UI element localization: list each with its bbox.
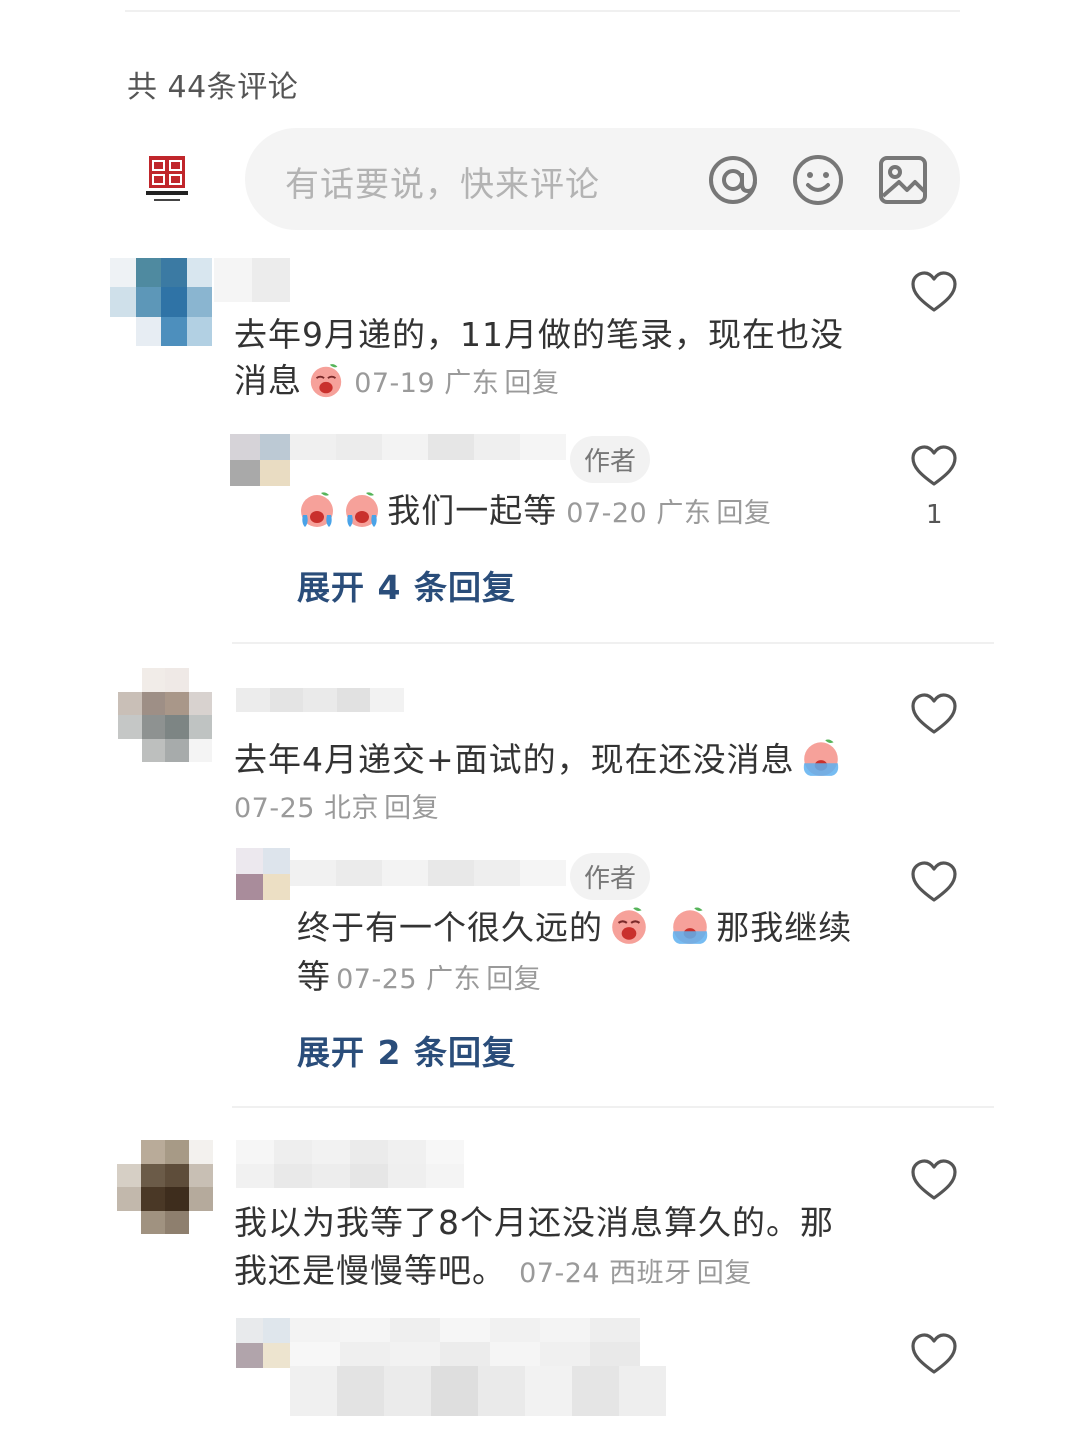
- comment-meta: 07-24 西班牙: [519, 1258, 692, 1289]
- crying-emoji-icon: [612, 907, 646, 944]
- comment-divider: [232, 1106, 994, 1108]
- crying-emoji-icon: [803, 739, 838, 776]
- comment-meta: 07-25 北京: [234, 793, 380, 824]
- comment-input[interactable]: 有话要说，快来评论: [245, 128, 960, 230]
- comment-meta: 07-19 广东: [354, 368, 500, 399]
- like-count: 1: [926, 500, 943, 530]
- crying-emoji-icon: [301, 492, 333, 527]
- heart-outline-icon[interactable]: [910, 1332, 958, 1376]
- image-icon[interactable]: [873, 150, 933, 210]
- comment-text: 去年9月递的，11月做的笔录，现在也没: [234, 315, 844, 354]
- comment-text-line2: 我还是慢慢等吧。: [234, 1251, 506, 1290]
- avatar[interactable]: [110, 258, 212, 346]
- reply-text-blurred: [290, 1366, 666, 1416]
- expand-replies-link[interactable]: 展开 4 条回复: [297, 561, 516, 609]
- heart-outline-icon[interactable]: [910, 270, 958, 314]
- heart-outline-icon[interactable]: [910, 1158, 958, 1202]
- crying-emoji-icon: [672, 907, 708, 944]
- heart-outline-icon[interactable]: [910, 860, 958, 904]
- comment-text-line2: 消息: [234, 361, 302, 400]
- username-blurred[interactable]: [236, 688, 404, 712]
- reply-username-blurred[interactable]: [290, 1318, 640, 1366]
- reply-line2: 等 07-25 广东 回复: [297, 954, 541, 1000]
- reply-meta: 07-20 广东: [566, 498, 712, 529]
- at-sign-icon[interactable]: [703, 150, 763, 210]
- reply-link[interactable]: 回复: [384, 793, 439, 824]
- comment-input-placeholder: 有话要说，快来评论: [285, 165, 600, 205]
- author-tag: 作者: [570, 853, 651, 900]
- reply-meta: 07-25 广东: [336, 964, 482, 995]
- reply-avatar[interactable]: [230, 434, 290, 486]
- heart-outline-icon[interactable]: [910, 692, 958, 736]
- heart-outline-icon[interactable]: [910, 444, 958, 488]
- reply-text: 我们一起等: [387, 491, 558, 530]
- reply-avatar[interactable]: [236, 1318, 290, 1368]
- reply-text-line2: 等: [297, 957, 331, 996]
- author-tag: 作者: [570, 436, 651, 483]
- user-avatar-logo[interactable]: [140, 150, 194, 206]
- comment-line2: 消息 07-19 广东 回复: [234, 358, 559, 404]
- comment-text: 我以为我等了8个月还没消息算久的。那: [234, 1203, 834, 1242]
- reply-link[interactable]: 回复: [486, 964, 541, 995]
- crying-emoji-icon: [346, 492, 379, 527]
- avatar[interactable]: [118, 668, 212, 762]
- expand-replies-link[interactable]: 展开 2 条回复: [297, 1026, 516, 1074]
- avatar[interactable]: [117, 1140, 213, 1234]
- username-blurred[interactable]: [214, 258, 290, 302]
- reply-link[interactable]: 回复: [504, 368, 559, 399]
- reply-body: 我们一起等 07-20 广东 回复: [297, 488, 771, 534]
- top-divider: [125, 10, 960, 12]
- crying-emoji-icon: [310, 364, 342, 398]
- reply-text-continued: 那我继续: [716, 908, 853, 947]
- reply-username-blurred[interactable]: [290, 434, 566, 460]
- reply-avatar[interactable]: [236, 848, 290, 900]
- smiley-icon[interactable]: [788, 150, 848, 210]
- reply-line1: 终于有一个很久远的 那我继续: [297, 904, 852, 951]
- comment-line2: 我还是慢慢等吧。 07-24 西班牙 回复: [234, 1248, 752, 1294]
- reply-username-blurred[interactable]: [290, 860, 566, 886]
- username-blurred[interactable]: [236, 1140, 464, 1188]
- comment-meta-row: 07-25 北京 回复: [234, 786, 439, 825]
- reply-link[interactable]: 回复: [716, 498, 771, 529]
- reply-text: 终于有一个很久远的: [297, 908, 603, 947]
- comment-divider: [232, 642, 994, 644]
- comment-count: 共 44条评论: [127, 70, 299, 105]
- comment-text: 去年4月递交+面试的，现在还没消息: [234, 740, 795, 779]
- reply-link[interactable]: 回复: [697, 1258, 752, 1289]
- comment-line1: 去年4月递交+面试的，现在还没消息: [234, 736, 842, 783]
